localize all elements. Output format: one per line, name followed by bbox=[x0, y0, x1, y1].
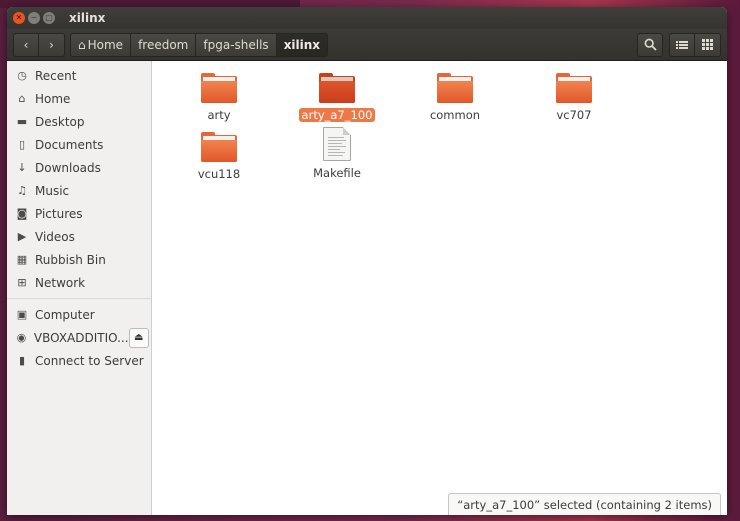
breadcrumb-xilinx[interactable]: xilinx bbox=[276, 32, 329, 57]
sidebar-item-label: Recent bbox=[35, 68, 77, 83]
file-manager-window: ✕ − ▢ xilinx ‹ › ⌂ Home freedom fpga-she… bbox=[7, 7, 727, 515]
breadcrumb-label: freedom bbox=[138, 37, 189, 52]
sidebar-item-downloads[interactable]: ↓ Downloads bbox=[7, 156, 151, 179]
camera-icon: ◙ bbox=[16, 207, 28, 220]
view-toggle bbox=[669, 32, 721, 57]
breadcrumb-fpga-shells[interactable]: fpga-shells bbox=[196, 32, 277, 57]
sidebar-item-label: Network bbox=[35, 275, 86, 290]
desktop-folder-icon: ▬ bbox=[16, 115, 28, 128]
video-icon: ▶ bbox=[17, 230, 27, 243]
sidebar-item-desktop[interactable]: ▬ Desktop bbox=[7, 110, 151, 133]
file-view: arty arty_a7_100 common vc707 vcu118 Mak… bbox=[152, 61, 727, 515]
minimize-window-button[interactable]: − bbox=[28, 12, 40, 24]
breadcrumb: ⌂ Home freedom fpga-shells xilinx bbox=[70, 32, 329, 57]
folder-icon bbox=[556, 73, 592, 103]
clock-icon: ◷ bbox=[17, 69, 27, 82]
trash-icon: ▦ bbox=[16, 253, 28, 266]
disc-icon: ◉ bbox=[16, 331, 27, 344]
back-button[interactable]: ‹ bbox=[13, 32, 39, 57]
chevron-left-icon: ‹ bbox=[23, 37, 29, 52]
folder-icon bbox=[201, 132, 237, 162]
file-item-vcu118[interactable]: vcu118 bbox=[164, 132, 274, 181]
file-name: vc707 bbox=[556, 108, 592, 122]
sidebar-item-rubbish-bin[interactable]: ▦ Rubbish Bin bbox=[7, 248, 151, 271]
server-icon: ▮ bbox=[18, 354, 26, 367]
grid-view-icon bbox=[702, 39, 713, 50]
forward-button[interactable]: › bbox=[39, 32, 65, 57]
file-name: vcu118 bbox=[197, 167, 241, 181]
home-icon: ⌂ bbox=[78, 37, 86, 52]
sidebar-divider bbox=[7, 298, 151, 299]
sidebar-item-vboxadditions[interactable]: ◉ VBOXADDITIO... ⏏ bbox=[7, 326, 151, 349]
sidebar-item-label: Home bbox=[35, 91, 71, 106]
list-view-icon bbox=[676, 40, 688, 49]
eject-button[interactable]: ⏏ bbox=[128, 327, 149, 348]
eject-icon: ⏏ bbox=[134, 332, 144, 343]
sidebar-item-label: Documents bbox=[35, 137, 104, 152]
nav-buttons: ‹ › bbox=[13, 32, 65, 57]
sidebar-item-label: Computer bbox=[35, 307, 95, 322]
document-icon: ▯ bbox=[18, 138, 26, 151]
folder-icon bbox=[319, 73, 355, 103]
music-icon: ♫ bbox=[17, 184, 27, 197]
file-item-arty-a7-100[interactable]: arty_a7_100 bbox=[282, 73, 392, 122]
breadcrumb-freedom[interactable]: freedom bbox=[131, 32, 197, 57]
breadcrumb-label: xilinx bbox=[283, 37, 321, 52]
sidebar-item-label: Music bbox=[35, 183, 70, 198]
search-icon bbox=[644, 38, 657, 51]
file-item-vc707[interactable]: vc707 bbox=[519, 73, 629, 122]
sidebar-item-label: Rubbish Bin bbox=[35, 252, 106, 267]
sidebar-item-recent[interactable]: ◷ Recent bbox=[7, 64, 151, 87]
list-view-button[interactable] bbox=[669, 32, 695, 57]
sidebar-item-pictures[interactable]: ◙ Pictures bbox=[7, 202, 151, 225]
sidebar-item-documents[interactable]: ▯ Documents bbox=[7, 133, 151, 156]
window-title: xilinx bbox=[69, 11, 106, 25]
sidebar-item-label: Videos bbox=[35, 229, 75, 244]
sidebar-item-videos[interactable]: ▶ Videos bbox=[7, 225, 151, 248]
close-window-button[interactable]: ✕ bbox=[13, 12, 25, 24]
sidebar-item-label: VBOXADDITIO... bbox=[33, 330, 129, 345]
breadcrumb-label: fpga-shells bbox=[203, 37, 269, 52]
sidebar-item-home[interactable]: ⌂ Home bbox=[7, 87, 151, 110]
sidebar-item-network[interactable]: ⊞ Network bbox=[7, 271, 151, 294]
sidebar-item-label: Desktop bbox=[35, 114, 85, 129]
file-name: arty bbox=[207, 108, 231, 122]
sidebar: ◷ Recent ⌂ Home ▬ Desktop ▯ Documents ↓ … bbox=[7, 61, 152, 515]
sidebar-item-computer[interactable]: ▣ Computer bbox=[7, 303, 151, 326]
download-icon: ↓ bbox=[17, 161, 27, 174]
grid-view-button[interactable] bbox=[695, 32, 721, 57]
home-icon: ⌂ bbox=[18, 92, 26, 105]
breadcrumb-label: Home bbox=[87, 37, 124, 52]
file-name: arty_a7_100 bbox=[298, 108, 376, 122]
search-button[interactable] bbox=[637, 32, 663, 57]
maximize-window-button[interactable]: ▢ bbox=[43, 12, 55, 24]
sidebar-item-music[interactable]: ♫ Music bbox=[7, 179, 151, 202]
sidebar-item-label: Connect to Server bbox=[35, 353, 144, 368]
sidebar-item-label: Downloads bbox=[35, 160, 101, 175]
title-bar: ✕ − ▢ xilinx bbox=[7, 7, 727, 29]
breadcrumb-home[interactable]: ⌂ Home bbox=[70, 32, 132, 57]
file-item-arty[interactable]: arty bbox=[164, 73, 274, 122]
file-item-makefile[interactable]: Makefile bbox=[282, 127, 392, 180]
text-file-icon bbox=[323, 127, 351, 161]
file-name: Makefile bbox=[313, 166, 361, 180]
file-item-common[interactable]: common bbox=[400, 73, 510, 122]
sidebar-item-connect-to-server[interactable]: ▮ Connect to Server bbox=[7, 349, 151, 372]
file-name: common bbox=[429, 108, 481, 122]
status-text: “arty_a7_100” selected (containing 2 ite… bbox=[457, 497, 712, 512]
folder-icon bbox=[437, 73, 473, 103]
toolbar: ‹ › ⌂ Home freedom fpga-shells xilinx bbox=[7, 29, 727, 61]
folder-icon bbox=[201, 73, 237, 103]
status-bar: “arty_a7_100” selected (containing 2 ite… bbox=[448, 493, 721, 515]
network-icon: ⊞ bbox=[17, 276, 27, 289]
computer-icon: ▣ bbox=[16, 308, 28, 321]
chevron-right-icon: › bbox=[49, 37, 54, 52]
sidebar-item-label: Pictures bbox=[35, 206, 83, 221]
